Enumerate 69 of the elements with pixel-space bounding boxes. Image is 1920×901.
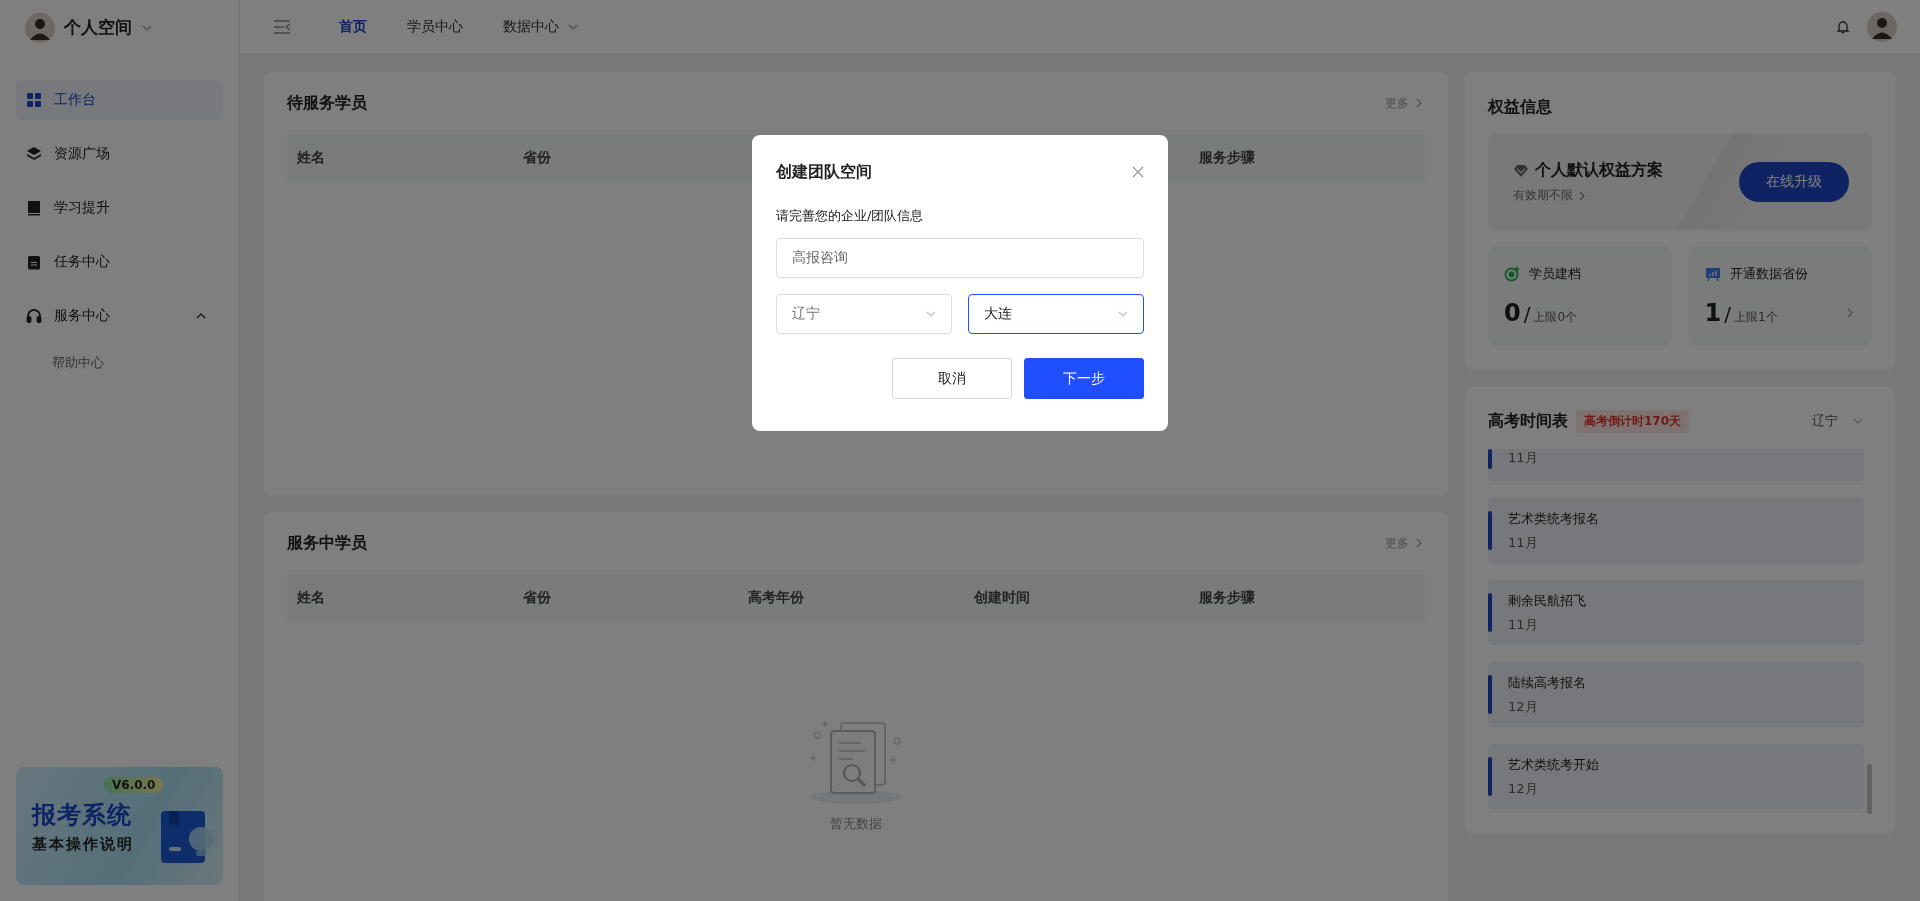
column-header: 省份 bbox=[522, 149, 552, 167]
cancel-button[interactable]: 取消 bbox=[892, 358, 1012, 399]
banner-subtitle: 基本操作说明 bbox=[32, 835, 135, 854]
card-title: 高考时间表 bbox=[1488, 410, 1568, 432]
column-header: 高考年份 bbox=[748, 589, 806, 607]
menu-fold-icon[interactable] bbox=[273, 20, 291, 34]
version-tag: V6.0.0 bbox=[104, 777, 164, 793]
stat-limit: 上限0个 bbox=[1533, 309, 1578, 326]
close-icon[interactable] bbox=[1132, 166, 1144, 178]
layers-icon bbox=[26, 146, 42, 162]
dialog-title: 创建团队空间 bbox=[776, 161, 872, 183]
region-select[interactable]: 辽宁 bbox=[776, 294, 952, 334]
province-select[interactable]: 辽宁 bbox=[1812, 412, 1864, 430]
nav-tab[interactable]: 首页 bbox=[339, 0, 367, 55]
stat-count: 1 bbox=[1704, 299, 1722, 327]
sidebar-item[interactable]: 工作台 bbox=[16, 80, 223, 120]
upgrade-button[interactable]: 在线升级 bbox=[1739, 162, 1849, 202]
clipboard-icon bbox=[26, 254, 42, 270]
stat-count: 0 bbox=[1504, 299, 1521, 327]
region-select[interactable]: 大连 bbox=[968, 294, 1144, 334]
column-header: 省份 bbox=[522, 589, 552, 607]
event-month: 12月 bbox=[1508, 697, 1539, 716]
event-title: 陆续高考报名 bbox=[1508, 673, 1587, 692]
slash: / bbox=[1724, 302, 1731, 326]
banner-title: 报考系统 bbox=[32, 800, 133, 830]
card-title: 服务中学员 bbox=[287, 532, 367, 554]
diamond-icon bbox=[1513, 163, 1529, 178]
next-button[interactable]: 下一步 bbox=[1024, 358, 1144, 399]
column-header: 服务步骤 bbox=[1199, 149, 1257, 167]
slash: / bbox=[1523, 302, 1531, 326]
column-header: 姓名 bbox=[297, 589, 326, 607]
countdown-badge: 高考倒计时170天 bbox=[1576, 409, 1690, 433]
event-month: 11月 bbox=[1508, 533, 1539, 552]
column-header: 创建时间 bbox=[973, 589, 1031, 607]
validity-link[interactable]: 有效期不限 bbox=[1513, 187, 1739, 204]
card-title: 权益信息 bbox=[1488, 96, 1553, 118]
stat-label: 学员建档 bbox=[1529, 265, 1581, 283]
grid-icon bbox=[26, 92, 42, 108]
sidebar-item[interactable]: 服务中心 bbox=[16, 296, 223, 336]
book-icon bbox=[26, 200, 42, 216]
avatar[interactable] bbox=[1867, 12, 1897, 42]
column-header: 服务步骤 bbox=[1199, 589, 1257, 607]
sidebar-item[interactable]: 资源广场 bbox=[16, 134, 223, 174]
stat-label: 开通数据省份 bbox=[1729, 265, 1808, 283]
avatar[interactable] bbox=[25, 12, 55, 43]
headset-icon bbox=[26, 308, 42, 324]
sidebar-item[interactable]: 学习提升 bbox=[16, 188, 223, 228]
sidebar-subitem[interactable]: 帮助中心 bbox=[16, 348, 223, 378]
stat-limit: 上限1个 bbox=[1733, 309, 1778, 326]
nav-tab[interactable]: 学员中心 bbox=[407, 0, 463, 55]
event-month: 12月 bbox=[1508, 779, 1539, 798]
dialog-prompt: 请完善您的企业/团队信息 bbox=[776, 207, 925, 225]
chart-board-icon bbox=[1704, 266, 1721, 282]
plan-name: 个人默认权益方案 bbox=[1535, 160, 1663, 181]
scrollbar-thumb[interactable] bbox=[1867, 764, 1872, 814]
team-name-field[interactable]: 高报咨询 bbox=[776, 238, 1144, 278]
target-plus-icon bbox=[1504, 266, 1520, 282]
event-title: 艺术类统考开始 bbox=[1508, 755, 1600, 774]
guide-banner[interactable]: V6.0.0 报考系统 基本操作说明 bbox=[16, 767, 223, 885]
bell-icon[interactable] bbox=[1835, 19, 1851, 35]
sidebar-item[interactable]: 任务中心 bbox=[16, 242, 223, 282]
workspace-name[interactable]: 个人空间 bbox=[64, 16, 132, 39]
event-title: 艺术类统考报名 bbox=[1508, 509, 1600, 528]
event-month: 11月 bbox=[1508, 615, 1539, 634]
column-header: 姓名 bbox=[297, 149, 326, 167]
event-title: 剩余民航招飞 bbox=[1508, 591, 1587, 610]
card-title: 待服务学员 bbox=[287, 92, 367, 114]
event-month: 11月 bbox=[1508, 449, 1539, 467]
nav-tab[interactable]: 数据中心 bbox=[503, 0, 579, 55]
